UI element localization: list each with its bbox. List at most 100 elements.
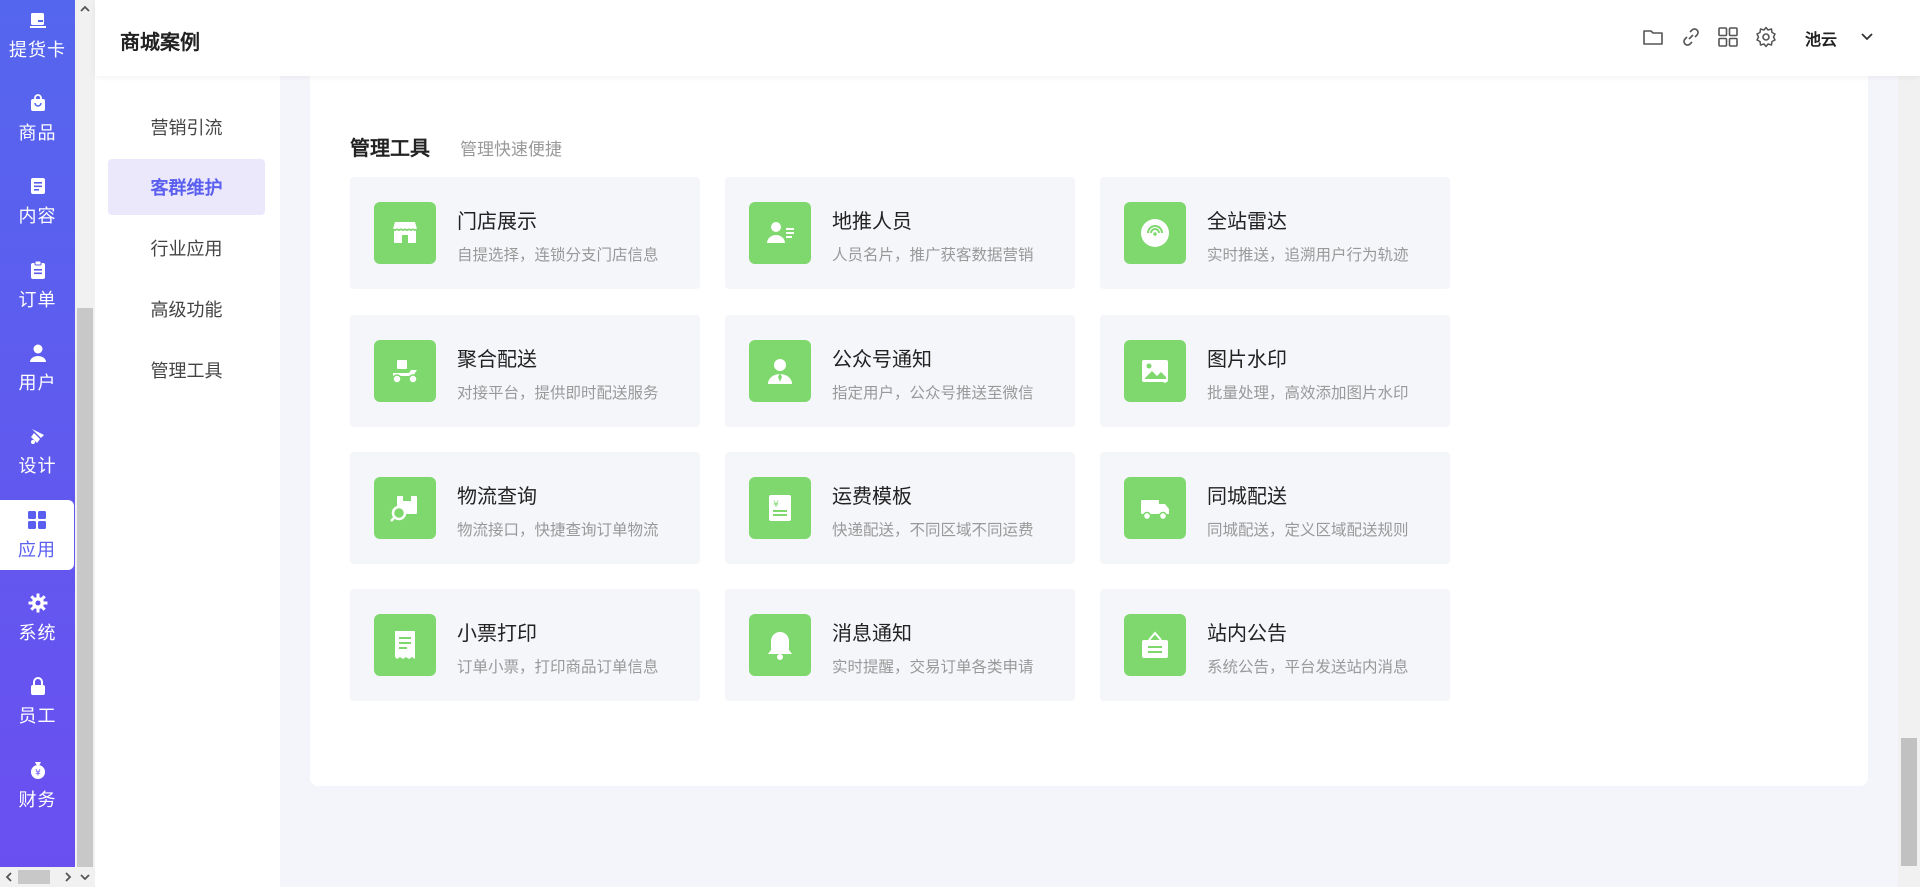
page-scrollbar[interactable] (1898, 0, 1920, 887)
lock-icon (27, 675, 49, 697)
user-icon (27, 342, 49, 364)
image-icon (1124, 340, 1186, 402)
tool-tile-wechat-notice[interactable]: 公众号通知 指定用户，公众号推送至微信 (725, 315, 1075, 427)
nav-item-apps[interactable]: 应用 (0, 500, 74, 570)
nav-item-finance[interactable]: ¥ 财务 (0, 750, 75, 820)
receipt-icon (374, 614, 436, 676)
grid-icon[interactable] (1716, 25, 1740, 49)
bell-icon (749, 614, 811, 676)
tool-tile-freight-template[interactable]: ¥ 运费模板 快递配送，不同区域不同运费 (725, 452, 1075, 564)
tool-desc: 系统公告，平台发送站内消息 (1207, 658, 1409, 676)
sub-item-advanced[interactable]: 高级功能 (108, 281, 265, 337)
nav-item-content[interactable]: 内容 (0, 166, 75, 236)
scroll-down-icon[interactable] (79, 870, 91, 884)
nav-label: 应用 (18, 539, 56, 561)
tool-tile-local-delivery[interactable]: 同城配送 同城配送，定义区域配送规则 (1100, 452, 1450, 564)
nav-label: 系统 (18, 622, 57, 644)
nav-item-orders[interactable]: 订单 (0, 250, 75, 320)
nav-label: 财务 (18, 789, 57, 811)
nav-item-goods[interactable]: 商品 (0, 83, 75, 153)
nav-item-system[interactable]: 系统 (0, 583, 75, 653)
money-bag-icon: ¥ (27, 759, 49, 781)
gear-icon (27, 592, 49, 614)
radar-icon (1124, 202, 1186, 264)
tool-tile-logistics-query[interactable]: 物流查询 物流接口，快捷查询订单物流 (350, 452, 700, 564)
clipboard-icon (27, 259, 49, 281)
apps-grid-icon (26, 509, 48, 531)
tool-desc: 指定用户，公众号推送至微信 (832, 384, 1034, 402)
staff-card-icon (749, 202, 811, 264)
tool-name: 运费模板 (832, 484, 912, 508)
tool-desc: 同城配送，定义区域配送规则 (1207, 521, 1409, 539)
tool-tile-site-radar[interactable]: 全站雷达 实时推送，追溯用户行为轨迹 (1100, 177, 1450, 289)
nav-label: 用户 (18, 372, 57, 394)
scroll-left-icon[interactable] (3, 870, 15, 884)
nav-label: 内容 (18, 205, 57, 227)
svg-text:¥: ¥ (35, 768, 41, 778)
nav-label: 员工 (18, 705, 57, 727)
sub-item-industry-apps[interactable]: 行业应用 (108, 220, 265, 276)
package-search-icon (374, 477, 436, 539)
tool-name: 站内公告 (1207, 621, 1287, 645)
scooter-icon (374, 340, 436, 402)
tool-desc: 物流接口，快捷查询订单物流 (457, 521, 659, 539)
nav-item-pickup-card[interactable]: 提货卡 (0, 0, 75, 70)
folder-icon[interactable] (1641, 25, 1665, 49)
chevron-down-icon[interactable] (1858, 28, 1876, 46)
truck-icon (1124, 477, 1186, 539)
sub-item-marketing[interactable]: 营销引流 (108, 99, 265, 155)
tool-tile-promoters[interactable]: 地推人员 人员名片，推广获客数据营销 (725, 177, 1075, 289)
nav-scrollbar[interactable] (75, 0, 95, 867)
tool-name: 门店展示 (457, 209, 537, 233)
person-icon (749, 340, 811, 402)
nav-item-users[interactable]: 用户 (0, 333, 75, 403)
nav-label: 订单 (18, 289, 57, 311)
tool-name: 全站雷达 (1207, 209, 1287, 233)
section-subtitle: 管理快速便捷 (460, 140, 562, 160)
tool-name: 物流查询 (457, 484, 537, 508)
horizontal-scroll-thumb[interactable] (18, 870, 50, 884)
bag-icon (27, 92, 49, 114)
tool-desc: 快递配送，不同区域不同运费 (832, 521, 1034, 539)
tool-desc: 自提选择，连锁分支门店信息 (457, 246, 659, 264)
link-icon[interactable] (1679, 25, 1703, 49)
nav-scroll-thumb[interactable] (77, 308, 93, 867)
nav-item-staff[interactable]: 员工 (0, 666, 75, 736)
tool-tile-receipt-print[interactable]: 小票打印 订单小票，打印商品订单信息 (350, 589, 700, 701)
tool-desc: 订单小票，打印商品订单信息 (457, 658, 659, 676)
tool-desc: 对接平台，提供即时配送服务 (457, 384, 659, 402)
tool-tile-message-notice[interactable]: 消息通知 实时提醒，交易订单各类申请 (725, 589, 1075, 701)
scroll-right-icon[interactable] (62, 870, 74, 884)
tool-name: 聚合配送 (457, 347, 537, 371)
horizontal-scrollbar[interactable] (0, 867, 95, 887)
tool-tile-site-announcement[interactable]: 站内公告 系统公告，平台发送站内消息 (1100, 589, 1450, 701)
nav-label: 提货卡 (9, 39, 66, 61)
scroll-up-icon[interactable] (78, 2, 92, 16)
tool-tile-aggregate-delivery[interactable]: 聚合配送 对接平台，提供即时配送服务 (350, 315, 700, 427)
page-title: 商城案例 (120, 30, 200, 54)
freight-doc-icon: ¥ (749, 477, 811, 539)
tool-name: 地推人员 (832, 209, 912, 233)
card-icon (27, 9, 49, 31)
secondary-sidebar: 营销引流 客群维护 行业应用 高级功能 管理工具 (95, 76, 280, 887)
nav-item-design[interactable]: 设计 (0, 416, 75, 486)
tool-desc: 实时推送，追溯用户行为轨迹 (1207, 246, 1409, 264)
section-title: 管理工具 (350, 136, 430, 160)
settings-icon[interactable] (1754, 25, 1778, 49)
avatar[interactable]: 池云 (1805, 26, 1837, 50)
tool-name: 公众号通知 (832, 347, 932, 371)
page-scroll-thumb[interactable] (1901, 738, 1917, 866)
tool-name: 图片水印 (1207, 347, 1287, 371)
store-icon (374, 202, 436, 264)
tool-desc: 人员名片，推广获客数据营销 (832, 246, 1034, 264)
tool-tile-store-display[interactable]: 门店展示 自提选择，连锁分支门店信息 (350, 177, 700, 289)
nav-label: 设计 (18, 455, 57, 477)
sub-item-management-tools[interactable]: 管理工具 (108, 342, 265, 398)
tool-tile-image-watermark[interactable]: 图片水印 批量处理，高效添加图片水印 (1100, 315, 1450, 427)
brush-icon (27, 425, 49, 447)
tool-name: 小票打印 (457, 621, 537, 645)
sub-item-customer-care[interactable]: 客群维护 (108, 159, 265, 215)
tool-desc: 批量处理，高效添加图片水印 (1207, 384, 1409, 402)
nav-label: 商品 (18, 122, 57, 144)
svg-text:¥: ¥ (773, 500, 779, 510)
